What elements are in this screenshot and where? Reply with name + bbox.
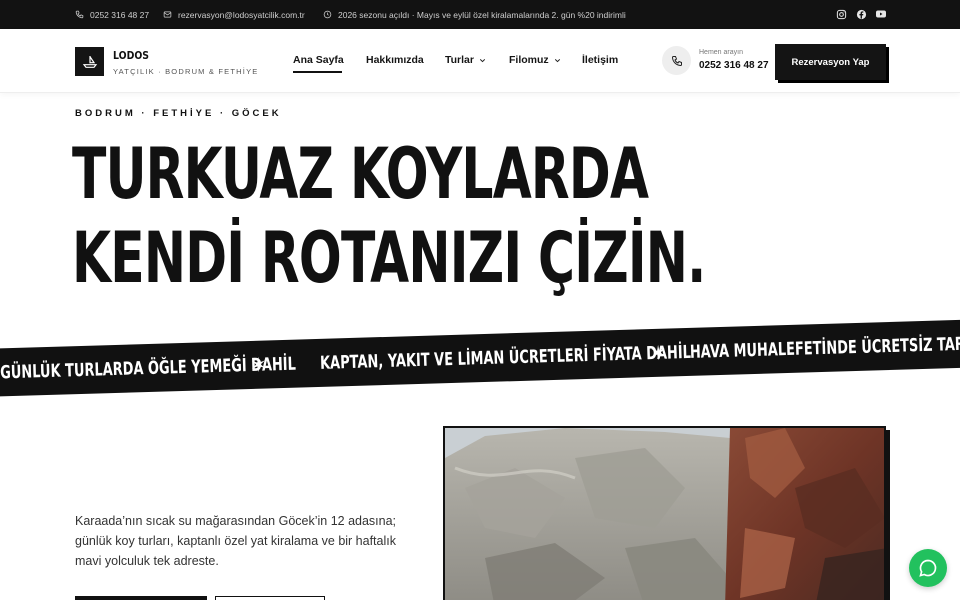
reservation-button[interactable]: Rezervasyon Yap bbox=[775, 44, 886, 80]
nav-contact[interactable]: İletişim bbox=[582, 54, 618, 66]
nav-active-indicator bbox=[293, 71, 342, 73]
nav-about-label: Hakkımızda bbox=[366, 54, 424, 66]
promo-ticker: GÜNLÜK TURLARDA ÖĞLE YEMEĞİ DAHİL ✶ KAPT… bbox=[0, 319, 960, 397]
youtube-icon[interactable] bbox=[875, 8, 887, 20]
logo-icon[interactable] bbox=[75, 47, 104, 76]
topbar-email[interactable]: rezervasyon@lodosyatcilik.com.tr bbox=[163, 0, 305, 29]
hero-photo bbox=[443, 426, 886, 600]
clock-icon bbox=[323, 10, 332, 19]
nav-fleet-label: Filomuz bbox=[509, 54, 549, 66]
nav-tours-label: Turlar bbox=[445, 54, 474, 66]
nav-contact-label: İletişim bbox=[582, 54, 619, 66]
ticker-track: GÜNLÜK TURLARDA ÖĞLE YEMEĞİ DAHİL ✶ KAPT… bbox=[0, 319, 960, 396]
chevron-down-icon bbox=[554, 58, 560, 62]
hero-title: TURKUAZ KOYLARDA KENDİ ROTANIZI ÇİZİN. bbox=[72, 132, 864, 300]
hero-title-line1: TURKUAZ KOYLARDA bbox=[72, 133, 649, 215]
phone-icon bbox=[75, 10, 84, 19]
secondary-cta-button[interactable] bbox=[215, 596, 325, 600]
topbar-announcement: 2026 sezonu açıldı · Mayıs ve eylül özel… bbox=[323, 0, 626, 29]
topbar-announcement-text: 2026 sezonu açıldı · Mayıs ve eylül özel… bbox=[338, 9, 626, 20]
intro-text: Karaada’nın sıcak su mağarasından Göcek’… bbox=[75, 514, 397, 568]
site-header: LODOS YATÇILIK · BODRUM & FETHİYE Ana Sa… bbox=[0, 29, 960, 93]
nav-fleet[interactable]: Filomuz bbox=[509, 54, 562, 66]
nav-home[interactable]: Ana Sayfa bbox=[293, 54, 344, 66]
logo-subtitle: YATÇILIK · BODRUM & FETHİYE bbox=[113, 67, 259, 76]
primary-cta-button[interactable] bbox=[75, 596, 207, 600]
ticker-item: GÜNLÜK TURLARDA ÖĞLE YEMEĞİ DAHİL bbox=[0, 353, 297, 383]
logo-name[interactable]: LODOS bbox=[113, 49, 149, 62]
top-bar: 0252 316 48 27 rezervasyon@lodosyatcilik… bbox=[0, 0, 960, 29]
nav-home-label: Ana Sayfa bbox=[293, 54, 344, 66]
nav-about[interactable]: Hakkımızda bbox=[366, 54, 424, 66]
mail-icon bbox=[163, 11, 172, 18]
hero-eyebrow: BODRUM · FETHİYE · GÖCEK bbox=[75, 108, 282, 119]
topbar-phone[interactable]: 0252 316 48 27 bbox=[75, 0, 149, 29]
facebook-icon[interactable] bbox=[855, 8, 867, 20]
ticker-item: HAVA MUHALEFETİNDE ÜCRETSİZ TARİH DEĞİŞİ… bbox=[689, 330, 960, 363]
topbar-phone-text: 0252 316 48 27 bbox=[90, 9, 150, 20]
hero-title-line2: KENDİ ROTANIZI ÇİZİN. bbox=[72, 217, 706, 299]
topbar-email-text: rezervasyon@lodosyatcilik.com.tr bbox=[178, 9, 305, 20]
chevron-down-icon bbox=[479, 58, 486, 62]
call-icon[interactable] bbox=[662, 46, 691, 75]
nav-tours[interactable]: Turlar bbox=[445, 54, 487, 66]
instagram-icon[interactable] bbox=[835, 8, 847, 20]
chat-icon[interactable] bbox=[909, 549, 947, 587]
header-phone-number[interactable]: 0252 316 48 27 bbox=[699, 60, 769, 71]
ticker-item: KAPTAN, YAKIT VE LİMAN ÜCRETLERİ FİYATA … bbox=[319, 341, 692, 374]
phone-caption: Hemen arayın bbox=[699, 49, 743, 56]
